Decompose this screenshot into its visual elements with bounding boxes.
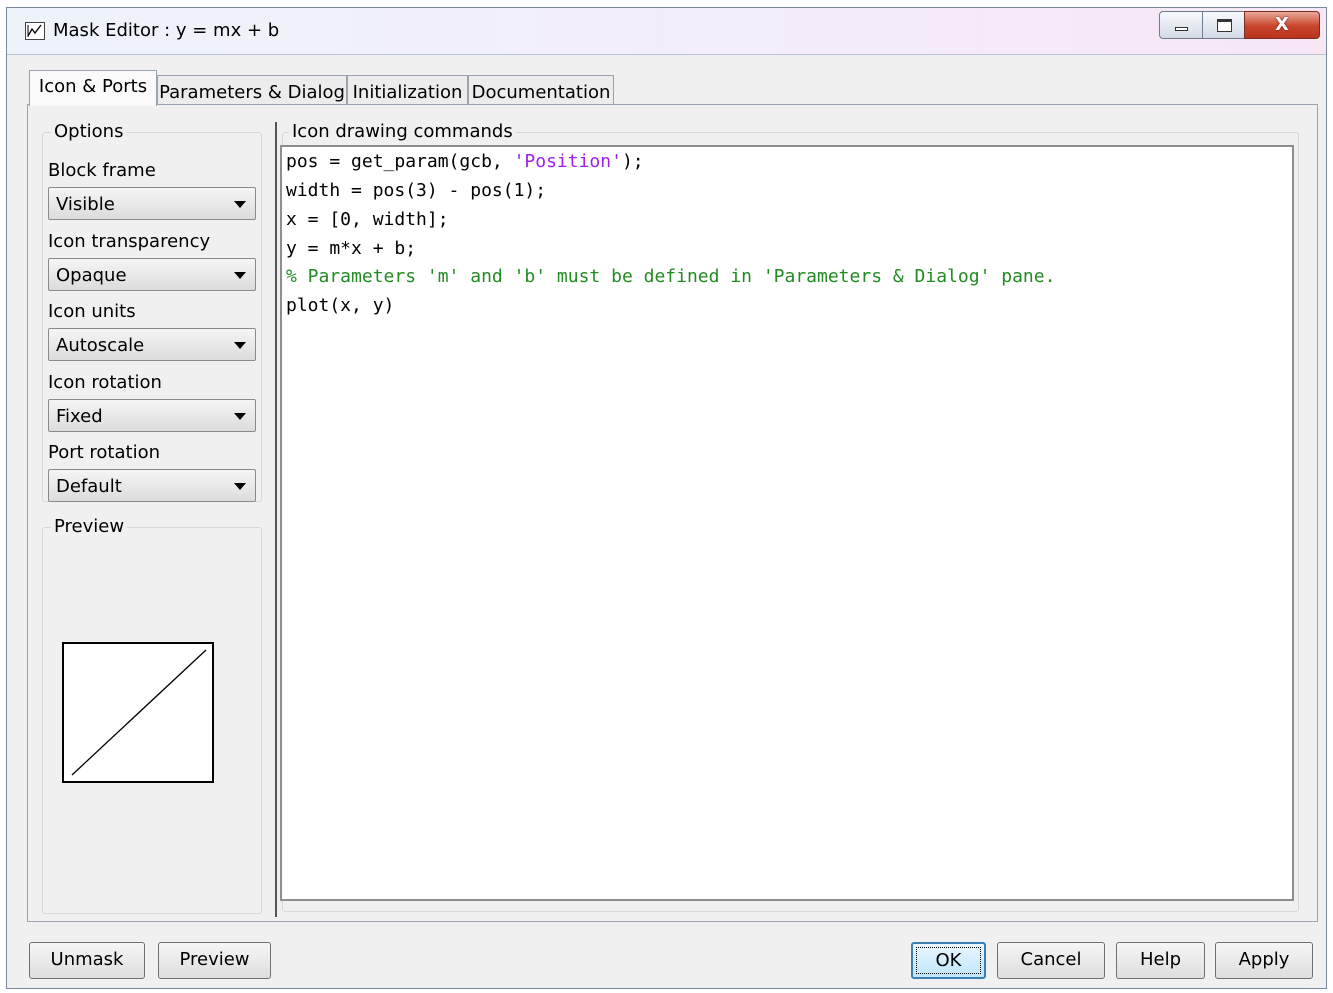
matlab-window-icon[interactable] bbox=[25, 22, 45, 40]
preview-button[interactable]: Preview bbox=[158, 942, 271, 979]
mask-editor-window: Mask Editor : y = mx + b X Icon & Ports … bbox=[6, 7, 1327, 989]
icon-units-label: Icon units bbox=[48, 301, 136, 322]
icon-transparency-select[interactable]: Opaque bbox=[48, 258, 256, 291]
icon-units-select[interactable]: Autoscale bbox=[48, 328, 256, 361]
code-line: width = pos(3) - pos(1); bbox=[286, 180, 547, 201]
focus-rectangle bbox=[916, 947, 981, 974]
code-line: y = m*x + b; bbox=[286, 238, 417, 259]
port-rotation-value: Default bbox=[56, 476, 122, 497]
options-group-label: Options bbox=[51, 121, 127, 142]
close-icon: X bbox=[1275, 14, 1289, 35]
icon-transparency-value: Opaque bbox=[56, 265, 127, 286]
apply-button[interactable]: Apply bbox=[1215, 942, 1313, 979]
icon-drawing-commands-label: Icon drawing commands bbox=[289, 121, 516, 142]
block-frame-select[interactable]: Visible bbox=[48, 187, 256, 220]
title-bar[interactable]: Mask Editor : y = mx + b X bbox=[7, 8, 1326, 55]
window-title: Mask Editor : y = mx + b bbox=[53, 20, 280, 41]
port-rotation-select[interactable]: Default bbox=[48, 469, 256, 502]
block-frame-value: Visible bbox=[56, 194, 115, 215]
code-line: plot(x, y) bbox=[286, 295, 395, 316]
maximize-button[interactable] bbox=[1202, 11, 1245, 39]
code-line: pos = get_param(gcb, 'Position'); bbox=[286, 151, 644, 172]
icon-ports-panel: Options Block frame Visible Icon transpa… bbox=[27, 104, 1318, 922]
icon-rotation-select[interactable]: Fixed bbox=[48, 399, 256, 432]
ok-button[interactable]: OK bbox=[911, 942, 986, 979]
icon-rotation-label: Icon rotation bbox=[48, 372, 162, 393]
minimize-icon bbox=[1175, 27, 1188, 31]
chevron-down-icon bbox=[234, 483, 246, 490]
preview-plot-line bbox=[71, 649, 207, 776]
cancel-button[interactable]: Cancel bbox=[997, 942, 1105, 979]
block-icon-preview bbox=[62, 642, 214, 783]
block-frame-label: Block frame bbox=[48, 160, 156, 181]
icon-drawing-commands-editor[interactable]: pos = get_param(gcb, 'Position'); width … bbox=[280, 145, 1294, 901]
chevron-down-icon bbox=[234, 413, 246, 420]
help-button[interactable]: Help bbox=[1116, 942, 1205, 979]
code-line: x = [0, width]; bbox=[286, 209, 449, 230]
unmask-button[interactable]: Unmask bbox=[29, 942, 145, 979]
tab-documentation[interactable]: Documentation bbox=[468, 75, 614, 105]
close-button[interactable]: X bbox=[1244, 11, 1320, 39]
tab-icon-ports[interactable]: Icon & Ports bbox=[29, 70, 157, 106]
chevron-down-icon bbox=[234, 201, 246, 208]
icon-transparency-label: Icon transparency bbox=[48, 231, 211, 252]
code-comment-line: % Parameters 'm' and 'b' must be defined… bbox=[286, 266, 1056, 287]
minimize-button[interactable] bbox=[1159, 11, 1203, 39]
port-rotation-label: Port rotation bbox=[48, 442, 160, 463]
icon-units-value: Autoscale bbox=[56, 335, 145, 356]
icon-rotation-value: Fixed bbox=[56, 406, 103, 427]
maximize-icon bbox=[1217, 19, 1232, 32]
chevron-down-icon bbox=[234, 342, 246, 349]
tab-parameters-dialog[interactable]: Parameters & Dialog bbox=[157, 75, 347, 105]
tab-initialization[interactable]: Initialization bbox=[347, 75, 468, 105]
preview-group-label: Preview bbox=[51, 516, 128, 537]
panel-splitter[interactable] bbox=[275, 122, 277, 917]
chevron-down-icon bbox=[234, 272, 246, 279]
